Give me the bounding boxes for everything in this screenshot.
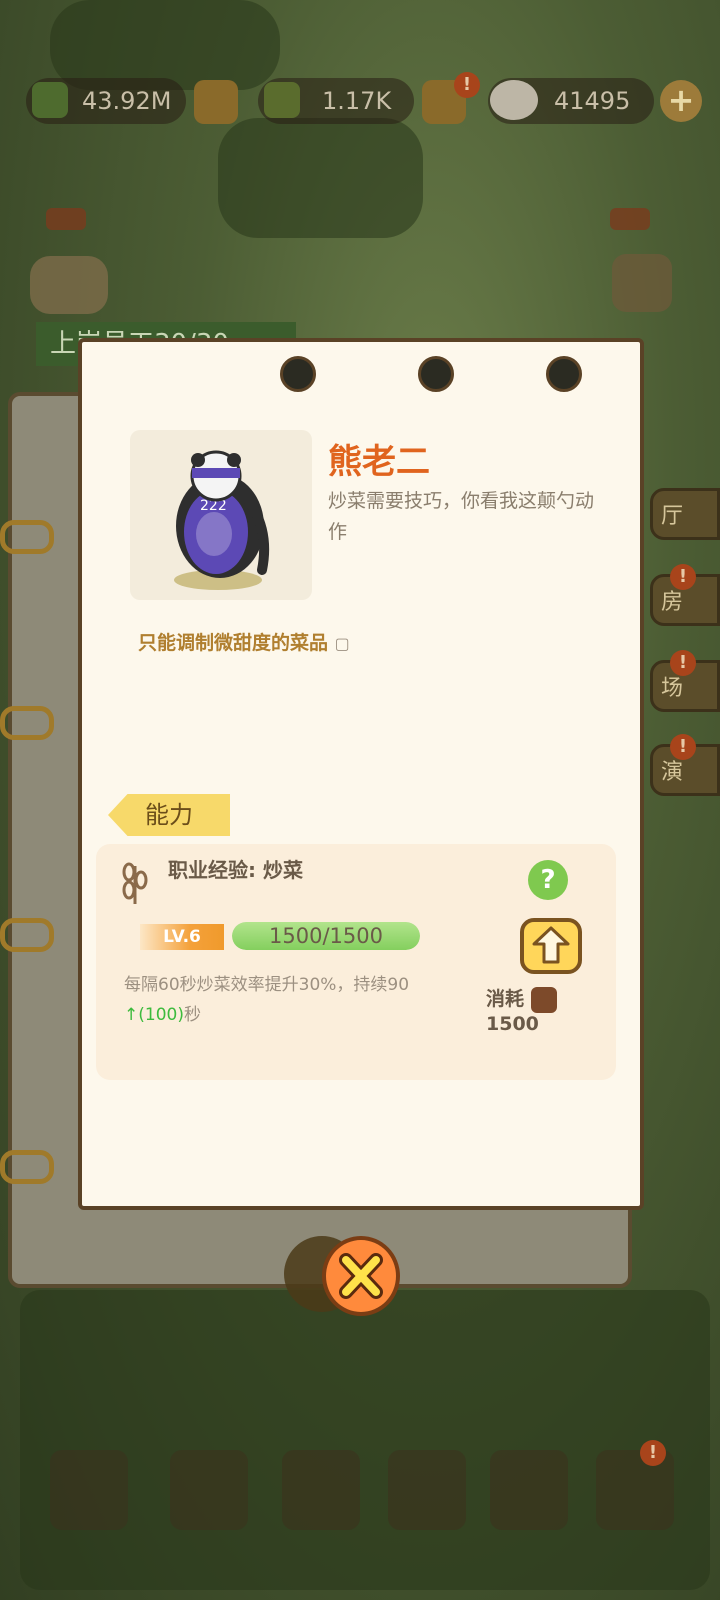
resource-value: 1.17K <box>322 87 392 115</box>
alert-badge: ! <box>670 564 696 590</box>
upgrade-button[interactable] <box>520 918 582 974</box>
add-pandas-button[interactable]: + <box>660 80 702 122</box>
background-garden <box>20 1290 710 1590</box>
collapse-arrow-icon[interactable] <box>46 208 86 230</box>
resource-bamboo-shoots: 1.17K <box>258 78 414 124</box>
binder-ring <box>0 520 54 554</box>
panda-icon <box>490 80 538 120</box>
skill-effect-bonus: ↑(100) <box>124 1005 184 1025</box>
list-menu-icon[interactable] <box>612 254 672 312</box>
recipe-restriction-text: 只能调制微甜度的菜品 <box>138 632 329 654</box>
skill-effect: 每隔60秒炒菜效率提升30%，持续90 ↑(100)秒 <box>124 970 474 1030</box>
character-name: 熊老二 <box>328 442 430 482</box>
binder-ring <box>0 706 54 740</box>
cost-label: 消耗 <box>486 988 525 1010</box>
skill-effect-suffix: 秒 <box>183 1005 201 1025</box>
resource-pandas: 41495 <box>488 78 654 124</box>
alert-badge: ! <box>454 72 480 98</box>
recipe-restriction-note: 只能调制微甜度的菜品 ▢ <box>138 628 350 655</box>
resource-bamboo-cans: 43.92M <box>26 78 186 124</box>
bamboo-shoot-icon <box>530 986 557 1013</box>
alert-badge: ! <box>640 1440 666 1466</box>
cube-icon: ▢ <box>334 634 350 653</box>
pot-icon[interactable] <box>170 1450 248 1530</box>
level-badge: LV.6 <box>140 924 224 950</box>
cost-value: 1500 <box>486 1012 539 1035</box>
background-bench <box>218 118 423 238</box>
tab-ability[interactable]: 能力 <box>108 794 230 836</box>
alert-badge: ! <box>670 650 696 676</box>
close-button[interactable] <box>322 1236 400 1316</box>
character-portrait: 222 <box>130 430 312 600</box>
resource-value: 41495 <box>554 87 631 115</box>
bamboo-shoot-icon <box>264 82 300 118</box>
binder-hole <box>546 356 582 392</box>
experience-progress-bar: 1500/1500 <box>232 922 420 950</box>
staff-avatar-icon[interactable] <box>30 256 108 314</box>
alert-badge: ! <box>670 734 696 760</box>
honey-jar-icon[interactable] <box>194 80 238 124</box>
character-detail-card: 222 熊老二 炒菜需要技巧，你看我这颠勺动作 只能调制微甜度的菜品 ▢ 能力 … <box>78 338 644 1210</box>
panda-chef-icon: 222 <box>174 450 270 590</box>
side-tab-hall[interactable]: 厅 <box>650 488 720 540</box>
skill-effect-text: 每隔60秒炒菜效率提升30%，持续90 <box>124 975 410 995</box>
experience-progress-text: 1500/1500 <box>269 924 383 948</box>
close-icon <box>339 1253 383 1299</box>
upgrade-cost: 消耗 1500 <box>486 984 616 1035</box>
character-description: 炒菜需要技巧，你看我这颠勺动作 <box>328 490 595 543</box>
background-bench <box>50 0 280 90</box>
help-button[interactable]: ? <box>528 860 568 900</box>
binder-ring <box>0 918 54 952</box>
recipe-book-icon[interactable] <box>282 1450 360 1530</box>
binder-hole <box>280 356 316 392</box>
collapse-arrow-icon[interactable] <box>610 208 650 230</box>
mushroom-icon[interactable] <box>388 1450 466 1530</box>
up-arrow-icon <box>532 926 570 964</box>
binder-hole <box>418 356 454 392</box>
map-icon[interactable] <box>50 1450 128 1530</box>
wheat-icon <box>122 862 148 904</box>
resource-value: 43.92M <box>82 87 172 115</box>
skill-title: 职业经验: 炒菜 <box>168 858 303 882</box>
bamboo-can-icon <box>32 82 68 118</box>
skill-panel: 职业经验: 炒菜 ? LV.6 1500/1500 每隔60秒炒菜效率提升30%… <box>96 844 616 1080</box>
binder-ring <box>0 1150 54 1184</box>
panda-card-icon[interactable] <box>490 1450 568 1530</box>
